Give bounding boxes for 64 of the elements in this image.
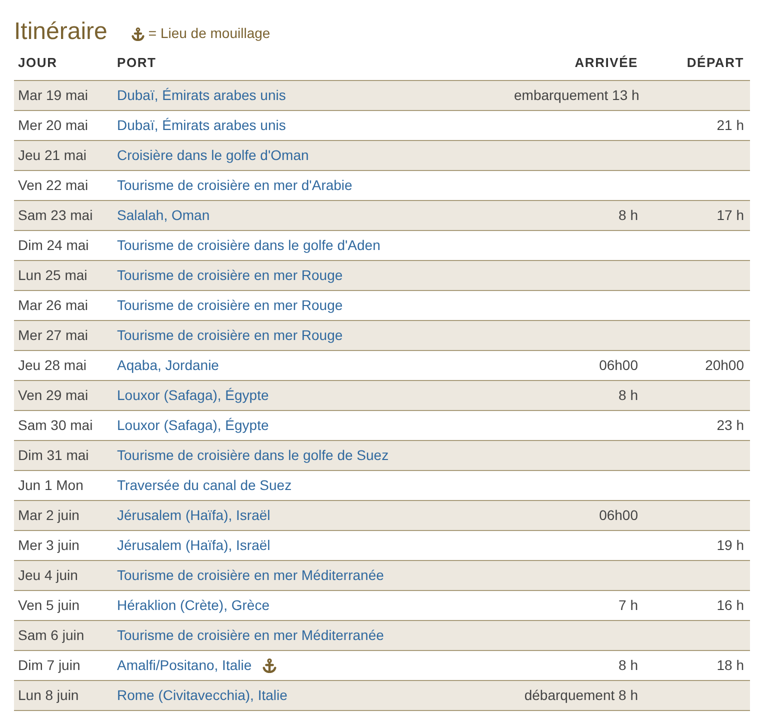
port-link[interactable]: Tourisme de croisière en mer Rouge xyxy=(117,295,343,316)
port-link[interactable]: Croisière dans le golfe d'Oman xyxy=(117,145,309,166)
day-cell-text: Mer 20 mai xyxy=(17,116,90,135)
port-link[interactable]: Tourisme de croisière en mer Rouge xyxy=(117,325,343,346)
departure-cell-text: 23 h xyxy=(716,416,745,435)
port-link[interactable]: Tourisme de croisière dans le golfe d'Aden xyxy=(117,235,380,256)
departure-cell-text: 17 h xyxy=(716,206,745,225)
legend-text: = Lieu de mouillage xyxy=(148,24,270,43)
column-header: ARRIVÉE xyxy=(574,54,639,72)
day-cell-text: Jun 1 Mon xyxy=(17,476,84,495)
departure-cell-text: 19 h xyxy=(716,536,745,555)
departure-cell-text: 21 h xyxy=(716,116,745,135)
day-cell-text: Dim 7 juin xyxy=(17,656,82,675)
day-cell-text: Mar 2 juin xyxy=(17,506,80,525)
day-cell-text: Sam 6 juin xyxy=(17,626,86,645)
port-link[interactable]: Amalfi/Positano, Italie xyxy=(117,655,252,676)
arrival-cell-text: 8 h xyxy=(618,656,639,675)
arrival-cell-text: débarquement 8 h xyxy=(523,686,639,705)
day-cell-text: Mer 3 juin xyxy=(17,536,80,555)
day-cell-text: Mar 19 mai xyxy=(17,86,90,105)
arrival-cell-text: embarquement 13 h xyxy=(514,86,640,105)
day-cell-text: Sam 30 mai xyxy=(17,416,94,435)
arrival-cell-text: 06h00 xyxy=(598,356,639,375)
port-link[interactable]: Louxor (Safaga), Égypte xyxy=(117,415,269,436)
arrival-cell-text: 8 h xyxy=(618,386,639,405)
departure-cell-text: 18 h xyxy=(716,656,745,675)
arrival-cell-text: 7 h xyxy=(618,596,639,615)
column-header: DÉPART xyxy=(686,54,745,72)
port-link[interactable]: Traversée du canal de Suez xyxy=(117,475,292,496)
day-cell-text: Dim 24 mai xyxy=(17,236,90,255)
departure-cell-text: 20h00 xyxy=(704,356,745,375)
column-header: JOUR xyxy=(17,54,58,72)
arrival-cell-text: 06h00 xyxy=(598,506,639,525)
port-link[interactable]: Dubaï, Émirats arabes unis xyxy=(117,85,286,106)
port-link[interactable]: Tourisme de croisière en mer Méditerranée xyxy=(117,625,384,646)
port-link[interactable]: Héraklion (Crète), Grèce xyxy=(117,595,270,616)
port-link[interactable]: Rome (Civitavecchia), Italie xyxy=(117,685,288,706)
day-cell-text: Mar 26 mai xyxy=(17,296,90,315)
day-cell-text: Mer 27 mai xyxy=(17,326,90,345)
departure-cell-text: 16 h xyxy=(716,596,745,615)
arrival-cell-text: 8 h xyxy=(618,206,639,225)
day-cell-text: Ven 22 mai xyxy=(17,176,90,195)
port-link[interactable]: Louxor (Safaga), Égypte xyxy=(117,385,269,406)
port-link[interactable]: Jérusalem (Haïfa), Israël xyxy=(117,505,270,526)
port-link[interactable]: Aqaba, Jordanie xyxy=(117,355,219,376)
day-cell-text: Ven 5 juin xyxy=(17,596,80,615)
port-link[interactable]: Tourisme de croisière en mer Rouge xyxy=(117,265,343,286)
day-cell-text: Ven 29 mai xyxy=(17,386,90,405)
port-link[interactable]: Tourisme de croisière en mer d'Arabie xyxy=(117,175,352,196)
anchor-icon xyxy=(131,26,146,40)
port-link[interactable]: Dubaï, Émirats arabes unis xyxy=(117,115,286,136)
day-cell-text: Jeu 21 mai xyxy=(17,146,88,165)
day-cell-text: Lun 8 juin xyxy=(17,686,80,705)
day-cell-text: Jeu 28 mai xyxy=(17,356,88,375)
port-link[interactable]: Tourisme de croisière en mer Méditerranée xyxy=(117,565,384,586)
page-title: Itinéraire xyxy=(14,18,108,46)
day-cell-text: Jeu 4 juin xyxy=(17,566,79,585)
day-cell-text: Dim 31 mai xyxy=(17,446,90,465)
day-cell-text: Sam 23 mai xyxy=(17,206,94,225)
column-header: PORT xyxy=(117,54,158,72)
port-link[interactable]: Tourisme de croisière dans le golfe de Suez xyxy=(117,445,389,466)
port-link[interactable]: Jérusalem (Haïfa), Israël xyxy=(117,535,270,556)
day-cell-text: Lun 25 mai xyxy=(17,266,88,285)
port-link[interactable]: Salalah, Oman xyxy=(117,205,210,226)
